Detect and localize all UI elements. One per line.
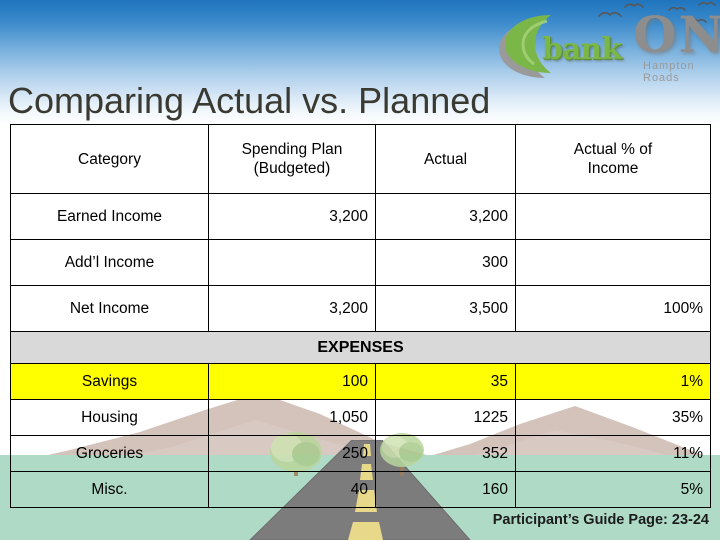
cell-actual: 160 [375, 471, 516, 508]
cell-percent: 11% [515, 435, 711, 472]
row-label: Add’l Income [10, 239, 209, 286]
participant-guide-page-note: Participant’s Guide Page: 23-24 [492, 512, 709, 528]
cell-plan: 100 [208, 363, 376, 400]
logo-word-on: ON [633, 5, 720, 64]
cell-plan [208, 239, 376, 286]
table-row: Net Income 3,200 3,500 100% [10, 285, 711, 332]
cell-percent: 35% [515, 399, 711, 436]
cell-plan: 250 [208, 435, 376, 472]
cell-plan: 3,200 [208, 193, 376, 240]
cell-plan: 40 [208, 471, 376, 508]
row-label: Earned Income [10, 193, 209, 240]
cell-percent [515, 193, 711, 240]
cell-percent: 5% [515, 471, 711, 508]
row-label: Net Income [10, 285, 209, 332]
column-header-spending-plan: Spending Plan (Budgeted) [208, 124, 376, 194]
cell-percent [515, 239, 711, 286]
page-title: Comparing Actual vs. Planned [8, 80, 491, 121]
table-row: Groceries 250 352 11% [10, 435, 711, 472]
cell-actual: 35 [375, 363, 516, 400]
bank-on-hampton-roads-logo: bank ON Hampton Roads [495, 2, 720, 84]
table-header-row: Category Spending Plan (Budgeted) Actual… [10, 124, 711, 194]
cell-percent: 100% [515, 285, 711, 332]
column-header-actual: Actual [375, 124, 516, 194]
table-row: Savings 100 35 1% [10, 363, 711, 400]
logo-word-bank: bank [542, 32, 622, 67]
logo-tagline: Hampton Roads [643, 60, 695, 84]
cell-actual: 300 [375, 239, 516, 286]
row-label: Groceries [10, 435, 209, 472]
slide-canvas: bank ON Hampton Roads Comparing Actual v… [0, 0, 720, 540]
row-label: Misc. [10, 471, 209, 508]
row-label: Savings [10, 363, 209, 400]
table-row: Add’l Income 300 [10, 239, 711, 286]
section-header-row: EXPENSES [10, 331, 711, 364]
section-label-expenses: EXPENSES [10, 331, 711, 364]
table-row: Misc. 40 160 5% [10, 471, 711, 508]
table-row: Earned Income 3,200 3,200 [10, 193, 711, 240]
cell-actual: 3,200 [375, 193, 516, 240]
cell-plan: 1,050 [208, 399, 376, 436]
budget-comparison-table: Category Spending Plan (Budgeted) Actual… [10, 124, 711, 508]
column-header-category: Category [10, 124, 209, 194]
cell-percent: 1% [515, 363, 711, 400]
cell-plan: 3,200 [208, 285, 376, 332]
table-row: Housing 1,050 1225 35% [10, 399, 711, 436]
cell-actual: 3,500 [375, 285, 516, 332]
cell-actual: 352 [375, 435, 516, 472]
cell-actual: 1225 [375, 399, 516, 436]
row-label: Housing [10, 399, 209, 436]
column-header-actual-pct-income: Actual % of Income [515, 124, 711, 194]
